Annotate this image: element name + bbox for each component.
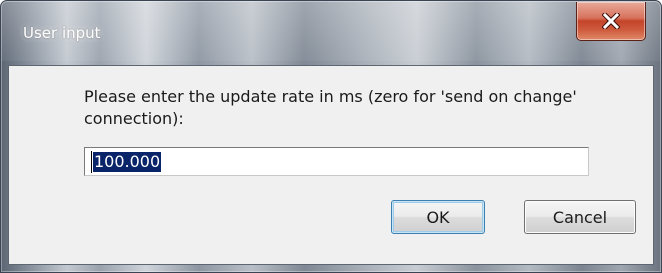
ok-button[interactable]: OK: [391, 200, 485, 234]
text-caret: [91, 151, 92, 173]
window-title: User input: [23, 24, 101, 42]
cancel-button[interactable]: Cancel: [524, 200, 636, 234]
update-rate-input[interactable]: 100.000: [84, 147, 589, 176]
dialog-window: User input Please enter the update rate …: [0, 0, 662, 273]
dialog-body: Please enter the update rate in ms (zero…: [8, 65, 654, 265]
close-button[interactable]: [576, 2, 646, 41]
title-bar[interactable]: User input: [1, 1, 661, 65]
selected-input-text[interactable]: 100.000: [93, 152, 162, 172]
prompt-text: Please enter the update rate in ms (zero…: [84, 87, 582, 128]
close-icon: [602, 13, 620, 29]
